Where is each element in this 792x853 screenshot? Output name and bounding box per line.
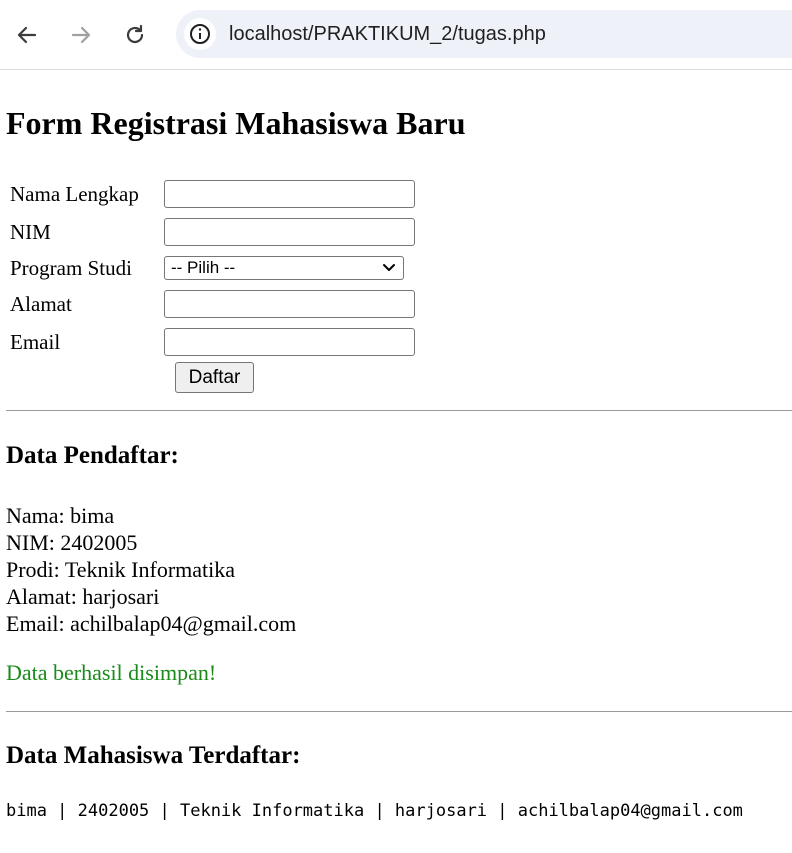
site-info-button[interactable] xyxy=(184,18,216,50)
registrant-email: Email: achilbalap04@gmail.com xyxy=(6,611,297,636)
registrant-details: Nama: bima NIM: 2402005 Prodi: Teknik In… xyxy=(6,502,296,637)
back-button[interactable] xyxy=(12,20,42,50)
nim-label: NIM xyxy=(10,219,51,244)
registration-form: Nama Lengkap NIM Program Studi -- Pilih … xyxy=(10,175,415,361)
alamat-label: Alamat xyxy=(10,291,72,316)
arrow-left-icon xyxy=(17,26,37,44)
registrant-nama: Nama: bima xyxy=(6,503,115,528)
registered-heading: Data Mahasiswa Terdaftar: xyxy=(6,742,301,769)
prodi-label: Program Studi xyxy=(10,255,132,280)
url-text: localhost/PRAKTIKUM_2/tugas.php xyxy=(229,23,546,45)
alamat-input[interactable] xyxy=(164,290,415,318)
nim-input[interactable] xyxy=(164,218,415,246)
email-input[interactable] xyxy=(164,328,415,356)
forward-button[interactable] xyxy=(66,20,96,50)
email-label: Email xyxy=(10,329,61,354)
reload-button[interactable] xyxy=(120,20,150,50)
arrow-right-icon xyxy=(71,26,91,44)
registrant-nim: NIM: 2402005 xyxy=(6,530,138,555)
reload-icon xyxy=(126,24,144,44)
success-message: Data berhasil disimpan! xyxy=(6,660,217,685)
registered-row: bima | 2402005 | Teknik Informatika | ha… xyxy=(6,801,743,821)
registrant-heading: Data Pendaftar: xyxy=(6,442,179,469)
prodi-selected-value: -- Pilih -- xyxy=(171,258,236,277)
page-title: Form Registrasi Mahasiswa Baru xyxy=(6,105,466,141)
registrant-prodi: Prodi: Teknik Informatika xyxy=(6,557,236,582)
info-icon xyxy=(190,24,210,44)
browser-toolbar: localhost/PRAKTIKUM_2/tugas.php xyxy=(0,0,792,70)
nama-label: Nama Lengkap xyxy=(10,181,139,206)
chevron-down-icon xyxy=(383,264,395,271)
address-bar[interactable]: localhost/PRAKTIKUM_2/tugas.php xyxy=(176,10,792,58)
registrant-alamat: Alamat: harjosari xyxy=(6,584,160,609)
prodi-select[interactable]: -- Pilih -- xyxy=(164,256,404,280)
divider xyxy=(6,711,792,712)
daftar-button[interactable]: Daftar xyxy=(175,362,254,393)
nama-input[interactable] xyxy=(164,180,415,208)
divider xyxy=(6,410,792,411)
